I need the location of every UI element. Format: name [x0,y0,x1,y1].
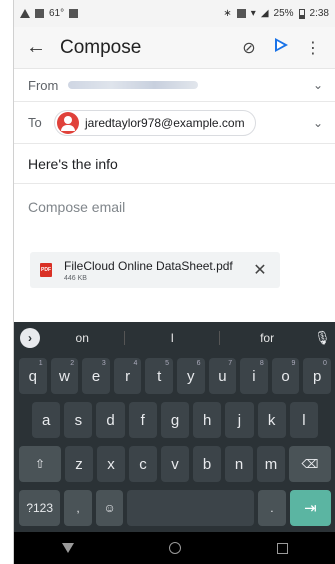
remove-attachment-icon[interactable]: ✕ [250,260,270,280]
symbols-key[interactable]: ?123 [19,490,61,526]
attachment-card[interactable]: PDF FileCloud Online DataSheet.pdf 446 K… [30,252,280,288]
key-l[interactable]: l [289,402,318,438]
key-c[interactable]: c [129,446,157,482]
keyboard: › on I for 🎙 q1 w2 e3 r4 t5 y6 u7 i8 o9 … [14,322,335,532]
key-j[interactable]: j [225,402,254,438]
key-n[interactable]: n [225,446,253,482]
avatar [57,111,79,134]
wifi-icon: ▾ [250,8,256,19]
pdf-file-icon: PDF [40,263,52,277]
bluetooth-icon: ∗ [223,8,232,19]
temperature: 61° [49,8,65,19]
key-t[interactable]: t5 [145,358,173,394]
expand-suggestions-icon[interactable]: › [20,328,40,348]
recipient-chip[interactable]: jaredtaylor978@example.com [54,109,256,136]
key-p[interactable]: p0 [303,358,331,394]
key-w[interactable]: w2 [50,358,79,394]
key-z[interactable]: z [65,446,93,482]
image-notification-icon [35,9,44,18]
key-f[interactable]: f [128,402,157,438]
suggestion-2[interactable]: I [125,331,219,345]
key-row-3: ⇧ z x c v b n m ⌫ [14,442,335,486]
key-row-2: a s d f g h j k l [14,398,335,442]
from-row[interactable]: From ⌄ [14,69,335,102]
from-address-redacted [68,81,198,89]
battery-icon [298,8,305,19]
suggestion-strip: › on I for 🎙 [14,322,335,354]
nfc-icon [236,9,246,18]
battery-percent: 25% [273,8,294,19]
key-b[interactable]: b [193,446,221,482]
nav-recents-icon[interactable] [277,542,289,554]
key-o[interactable]: o9 [271,358,300,394]
key-e[interactable]: e3 [82,358,110,394]
key-a[interactable]: a [32,402,61,438]
space-bar[interactable] [127,490,255,526]
body-field[interactable]: Compose email [14,184,335,240]
key-d[interactable]: d [96,402,125,438]
backspace-key-icon[interactable]: ⌫ [289,446,331,482]
signal-icon: ◢ [260,8,269,19]
key-q[interactable]: q1 [19,358,47,394]
suggestion-3[interactable]: for [220,331,314,345]
suggestion-1[interactable]: on [40,331,124,345]
comma-key[interactable]: , [64,490,92,526]
to-row[interactable]: To jaredtaylor978@example.com ⌄ [14,102,335,144]
microphone-icon[interactable]: 🎙 [314,330,331,346]
emoji-key-icon[interactable]: ☺ [95,490,124,526]
key-row-1: q1 w2 e3 r4 t5 y6 u7 i8 o9 p0 [14,354,335,398]
key-s[interactable]: s [64,402,93,438]
key-v[interactable]: v [161,446,189,482]
key-g[interactable]: g [160,402,190,438]
key-m[interactable]: m [257,446,285,482]
key-row-4: ?123 , ☺ . ⇥ [14,486,335,530]
attachment-size: 446 KB [64,274,87,282]
key-y[interactable]: y6 [176,358,205,394]
phone-screen: 61° ∗ ▾ ◢ 25% 2:38 ← Compose ⊘ ⋮ From ⌄ … [13,0,335,564]
shift-key-icon[interactable]: ⇧ [19,446,61,482]
period-key[interactable]: . [258,490,286,526]
clock: 2:38 [309,8,329,19]
key-x[interactable]: x [97,446,125,482]
key-h[interactable]: h [193,402,222,438]
key-u[interactable]: u7 [208,358,237,394]
alert-icon [20,9,30,18]
app-bar: ← Compose ⊘ ⋮ [14,27,335,69]
chevron-down-icon[interactable]: ⌄ [313,116,323,130]
photo-notification-icon [69,9,79,18]
back-arrow-icon[interactable]: ← [26,36,52,59]
send-icon[interactable] [265,38,297,57]
more-options-icon[interactable]: ⋮ [297,38,329,58]
from-label: From [28,77,59,93]
attachment-name: FileCloud Online DataSheet.pdf [64,258,233,273]
nav-home-icon[interactable] [169,542,182,554]
key-r[interactable]: r4 [113,358,142,394]
subject-field[interactable]: Here's the info [14,144,335,184]
key-i[interactable]: i8 [240,358,268,394]
enter-key-icon[interactable]: ⇥ [289,490,332,526]
chevron-down-icon[interactable]: ⌄ [313,78,323,92]
page-title: Compose [60,36,142,58]
key-k[interactable]: k [257,402,286,438]
recipient-email: jaredtaylor978@example.com [85,115,245,130]
nav-back-icon[interactable] [61,543,74,553]
status-bar: 61° ∗ ▾ ◢ 25% 2:38 [14,0,335,27]
attach-icon[interactable]: ⊘ [233,38,265,58]
system-nav-bar [14,532,335,564]
